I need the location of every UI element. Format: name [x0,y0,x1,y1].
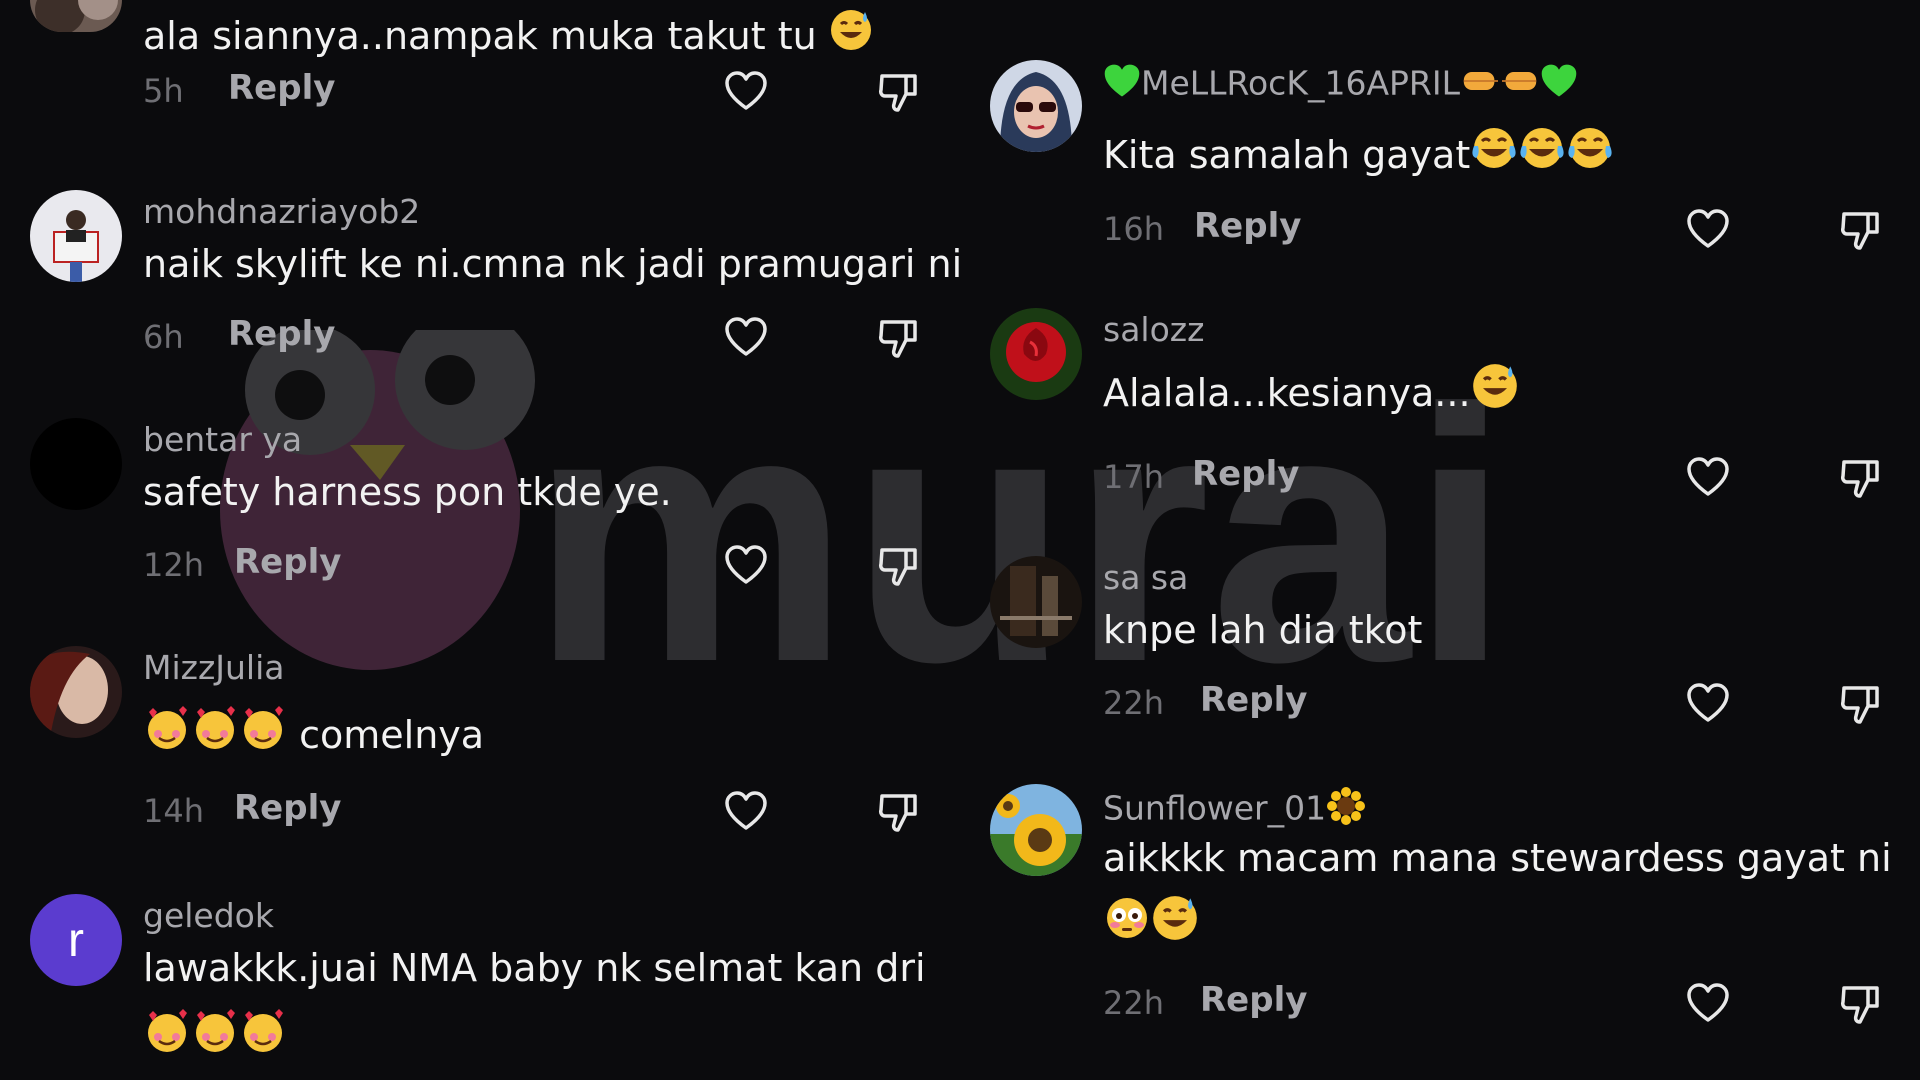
comment-username[interactable]: geledok [143,896,274,935]
dislike-thumb-icon[interactable] [1836,454,1884,502]
comment-column-left: ala siannya..nampak muka takut tu 5h Rep… [0,0,963,1080]
comment-text: safety harness pon tkde ye. [143,470,672,514]
like-heart-icon[interactable] [1684,206,1732,254]
avatar[interactable]: r [30,894,122,986]
comment-text: knpe lah dia tkot [1103,608,1423,652]
comment-column-right: MeLLRocK_16APRIL Kita samalah gayat 16h … [960,0,1920,1080]
like-heart-icon[interactable] [1684,980,1732,1028]
dislike-thumb-icon[interactable] [1836,206,1884,254]
comment-time: 14h [143,792,204,830]
like-heart-icon[interactable] [722,542,770,590]
avatar[interactable] [30,0,122,32]
smiling-hearts-emoji-icon [143,704,191,772]
comment-text: comelnya [143,702,933,772]
avatar[interactable] [990,60,1082,152]
reply-button[interactable]: Reply [234,542,341,582]
comment-time: 17h [1103,458,1164,496]
comment-time: 22h [1103,684,1164,722]
smiling-hearts-emoji-icon [191,1007,239,1075]
smiling-hearts-emoji-icon [239,704,287,772]
reply-button[interactable]: Reply [1192,454,1299,494]
reply-button[interactable]: Reply [1200,980,1307,1020]
comment-username[interactable]: sa sa [1103,558,1188,597]
avatar-letter: r [68,913,84,967]
smiling-hearts-emoji-icon [191,704,239,772]
dislike-thumb-icon[interactable] [874,788,922,836]
dislike-thumb-icon[interactable] [874,68,922,116]
comment-username[interactable]: MeLLRocK_16APRIL [1103,62,1578,108]
sweat-smile-emoji-icon [829,6,873,72]
comment-text-emojis [1103,892,1893,962]
smiling-hearts-emoji-icon [239,1007,287,1075]
like-heart-icon[interactable] [1684,680,1732,728]
green-heart-emoji-icon [1103,62,1141,108]
dislike-thumb-icon[interactable] [1836,680,1884,728]
comment-time: 12h [143,546,204,584]
green-heart-emoji-icon [1540,62,1578,108]
like-heart-icon[interactable] [1684,454,1732,502]
comment-text: aikkkk macam mana stewardess gayat ni [1103,836,1892,880]
comment-time: 16h [1103,210,1164,248]
tears-of-joy-emoji-icon [1470,124,1518,192]
comment-username[interactable]: salozz [1103,310,1204,349]
reply-button[interactable]: Reply [228,68,335,108]
comment-username[interactable]: bentar ya [143,420,302,459]
smiling-hearts-emoji-icon [143,1007,191,1075]
avatar[interactable] [990,308,1082,400]
comment-text: lawakkk.juai NMA baby nk selmat kan dri [143,946,926,990]
comment-text-emojis [143,1005,933,1075]
comment-time: 22h [1103,984,1164,1022]
comment-text: naik skylift ke ni.cmna nk jadi pramugar… [143,242,963,286]
right-fist-emoji-icon [1500,63,1540,107]
reply-button[interactable]: Reply [1194,206,1301,246]
tears-of-joy-emoji-icon [1518,124,1566,192]
like-heart-icon[interactable] [722,314,770,362]
flushed-face-emoji-icon [1103,894,1151,962]
reply-button[interactable]: Reply [228,314,335,354]
reply-button[interactable]: Reply [1200,680,1307,720]
comment-time: 5h [143,72,184,110]
dislike-thumb-icon[interactable] [874,542,922,590]
comment-text: Alalala...kesianya... [1103,360,1893,430]
avatar[interactable] [990,556,1082,648]
avatar[interactable] [30,646,122,738]
dislike-thumb-icon[interactable] [874,314,922,362]
comment-text: Kita samalah gayat [1103,122,1893,192]
avatar[interactable] [30,190,122,282]
comment-username[interactable]: mohdnazriayob2 [143,192,420,231]
reply-button[interactable]: Reply [234,788,341,828]
dislike-thumb-icon[interactable] [1836,980,1884,1028]
comment-username[interactable]: MizzJulia [143,648,285,687]
like-heart-icon[interactable] [722,68,770,116]
like-heart-icon[interactable] [722,788,770,836]
comment-text: ala siannya..nampak muka takut tu [143,3,933,72]
sweat-smile-emoji-icon [1471,362,1519,430]
comment-time: 6h [143,318,184,356]
avatar[interactable] [990,784,1082,876]
avatar[interactable] [30,418,122,510]
left-fist-emoji-icon [1460,63,1500,107]
sweat-smile-emoji-icon [1151,894,1199,962]
tears-of-joy-emoji-icon [1566,124,1614,192]
